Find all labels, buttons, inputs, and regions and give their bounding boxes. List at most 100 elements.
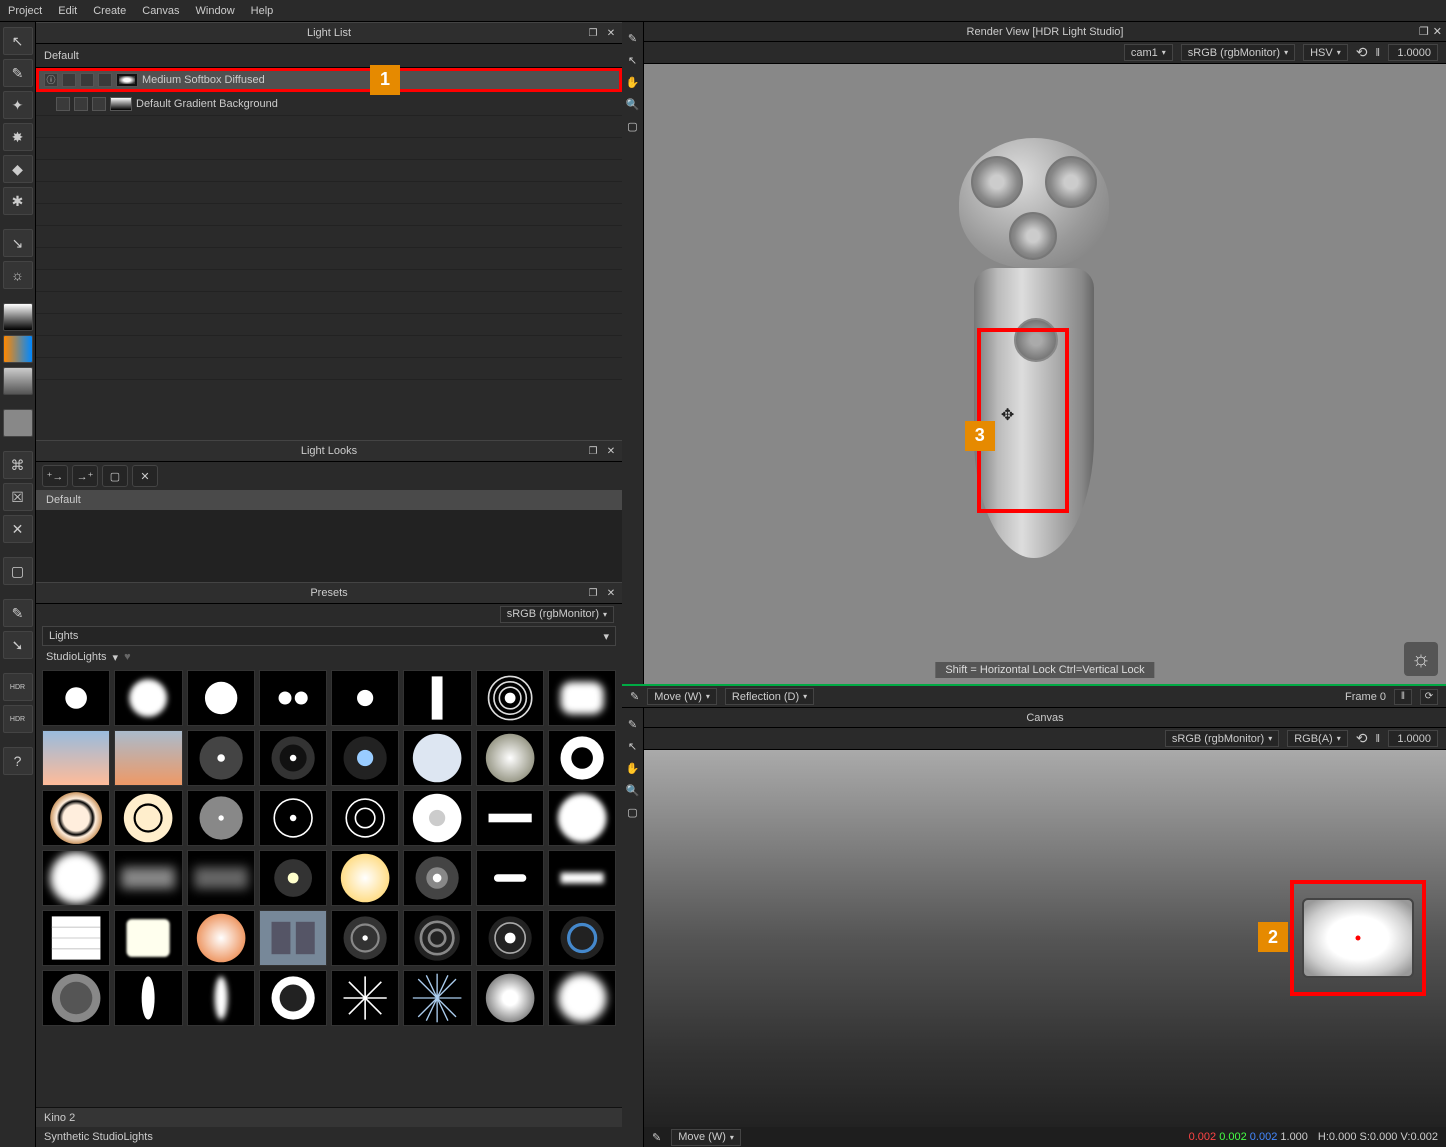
- preset-thumb[interactable]: [476, 790, 544, 846]
- delete-look-button[interactable]: ✕: [132, 465, 158, 487]
- reflection-dropdown[interactable]: Reflection (D)▾: [725, 688, 814, 705]
- exposure-input[interactable]: 1.0000: [1388, 730, 1438, 747]
- solo-icon[interactable]: [74, 97, 88, 111]
- lightlist-item-selected[interactable]: ⓘ Medium Softbox Diffused 1: [36, 68, 622, 92]
- preset-thumb[interactable]: [114, 850, 182, 906]
- zoom-icon[interactable]: 🔍: [624, 95, 642, 113]
- tool-cursor-icon[interactable]: ↖: [3, 27, 33, 55]
- lock-icon[interactable]: [98, 73, 112, 87]
- arrow-icon[interactable]: ↖: [624, 737, 642, 755]
- preset-thumb[interactable]: [259, 670, 327, 726]
- preset-thumb[interactable]: [187, 730, 255, 786]
- preset-thumb[interactable]: [187, 850, 255, 906]
- menu-create[interactable]: Create: [93, 5, 126, 17]
- arrow-icon[interactable]: ↖: [624, 51, 642, 69]
- preset-thumb[interactable]: [42, 850, 110, 906]
- tool-window-icon[interactable]: ▢: [3, 557, 33, 585]
- preset-thumb[interactable]: [403, 850, 471, 906]
- mode-dropdown[interactable]: RGB(A)▾: [1287, 730, 1348, 747]
- preset-thumb[interactable]: [114, 910, 182, 966]
- restore-icon[interactable]: ❐: [586, 444, 600, 458]
- preset-thumb[interactable]: [259, 970, 327, 1026]
- move-dropdown[interactable]: Move (W)▾: [671, 1129, 741, 1146]
- preset-thumb[interactable]: [114, 970, 182, 1026]
- info-icon[interactable]: ⓘ: [44, 73, 58, 87]
- frame-icon[interactable]: ▢: [624, 117, 642, 135]
- tool-chain-icon[interactable]: ☒: [3, 483, 33, 511]
- tool-link-icon[interactable]: ⌘: [3, 451, 33, 479]
- menu-window[interactable]: Window: [196, 5, 235, 17]
- mode-dropdown[interactable]: HSV▾: [1303, 44, 1348, 61]
- tool-empty-icon[interactable]: [3, 409, 33, 437]
- preset-thumb[interactable]: [403, 730, 471, 786]
- preset-thumb[interactable]: [548, 910, 616, 966]
- preset-thumb[interactable]: [42, 670, 110, 726]
- tool-sun-icon[interactable]: ☼: [3, 261, 33, 289]
- chevron-down-icon[interactable]: ▾: [113, 651, 119, 664]
- preset-thumb[interactable]: [403, 910, 471, 966]
- tool-light-icon[interactable]: ✸: [3, 123, 33, 151]
- close-icon[interactable]: ✕: [604, 26, 618, 40]
- frame-icon[interactable]: ▢: [624, 803, 642, 821]
- preset-thumb[interactable]: [187, 790, 255, 846]
- camera-dropdown[interactable]: cam1▾: [1124, 44, 1173, 61]
- copy-look-button[interactable]: ▢: [102, 465, 128, 487]
- link-icon[interactable]: ⟲: [1356, 44, 1368, 61]
- preset-thumb[interactable]: [476, 910, 544, 966]
- preset-thumb[interactable]: [259, 850, 327, 906]
- brush-icon[interactable]: ✎: [624, 29, 642, 47]
- preset-thumb[interactable]: [259, 910, 327, 966]
- hand-icon[interactable]: ✋: [624, 73, 642, 91]
- tool-grayscale-icon[interactable]: [3, 367, 33, 395]
- tool-help-icon[interactable]: ?: [3, 747, 33, 775]
- tool-hdr2-icon[interactable]: HDR: [3, 705, 33, 733]
- solo-icon[interactable]: [80, 73, 94, 87]
- restore-icon[interactable]: ❐: [1419, 25, 1429, 38]
- pause-icon[interactable]: ‖: [1375, 733, 1380, 745]
- tool-gradient-icon[interactable]: [3, 303, 33, 331]
- colorspace-dropdown[interactable]: sRGB (rgbMonitor)▾: [1181, 44, 1295, 61]
- refresh-button[interactable]: ⟳: [1420, 689, 1438, 705]
- tool-brush-icon[interactable]: ✎: [3, 59, 33, 87]
- preset-thumb[interactable]: [548, 850, 616, 906]
- preset-thumb[interactable]: [476, 850, 544, 906]
- exposure-input[interactable]: 1.0000: [1388, 44, 1438, 61]
- move-dropdown[interactable]: Move (W)▾: [647, 688, 717, 705]
- tool-wand-icon[interactable]: ↘: [3, 229, 33, 257]
- preset-thumb[interactable]: [331, 850, 399, 906]
- close-icon[interactable]: ✕: [604, 586, 618, 600]
- presets-colorspace-dropdown[interactable]: sRGB (rgbMonitor) ▾: [500, 606, 614, 623]
- tool-hdr-icon[interactable]: HDR: [3, 673, 33, 701]
- preset-thumb[interactable]: [548, 730, 616, 786]
- visibility-icon[interactable]: [62, 73, 76, 87]
- lightlist-default-row[interactable]: Default: [36, 44, 622, 68]
- preset-thumb[interactable]: [548, 790, 616, 846]
- close-icon[interactable]: ✕: [604, 444, 618, 458]
- preset-thumb[interactable]: [476, 670, 544, 726]
- close-icon[interactable]: ✕: [1433, 25, 1442, 38]
- tool-layers-icon[interactable]: [3, 335, 33, 363]
- restore-icon[interactable]: ❐: [586, 586, 600, 600]
- preset-thumb[interactable]: [403, 670, 471, 726]
- brush-icon[interactable]: ✎: [652, 1131, 661, 1144]
- preset-thumb[interactable]: [114, 670, 182, 726]
- lock-icon[interactable]: [92, 97, 106, 111]
- preset-thumb[interactable]: [42, 790, 110, 846]
- tool-arrow2-icon[interactable]: ➘: [3, 631, 33, 659]
- tool-brush2-icon[interactable]: ✎: [3, 599, 33, 627]
- preset-thumb[interactable]: [259, 790, 327, 846]
- preset-thumb[interactable]: [187, 910, 255, 966]
- sun-icon[interactable]: ☼: [1404, 642, 1438, 676]
- preset-thumb[interactable]: [403, 970, 471, 1026]
- brush-icon[interactable]: ✎: [630, 690, 639, 703]
- preset-thumb[interactable]: [331, 670, 399, 726]
- menu-canvas[interactable]: Canvas: [142, 5, 179, 17]
- preset-thumb[interactable]: [42, 910, 110, 966]
- preset-thumb[interactable]: [114, 790, 182, 846]
- pause-button[interactable]: ‖: [1394, 689, 1412, 705]
- lightlist-item[interactable]: Default Gradient Background: [36, 92, 622, 116]
- preset-thumb[interactable]: [548, 970, 616, 1026]
- preset-thumb[interactable]: [331, 970, 399, 1026]
- canvas-area[interactable]: 2: [644, 750, 1446, 1127]
- preset-thumb[interactable]: [187, 670, 255, 726]
